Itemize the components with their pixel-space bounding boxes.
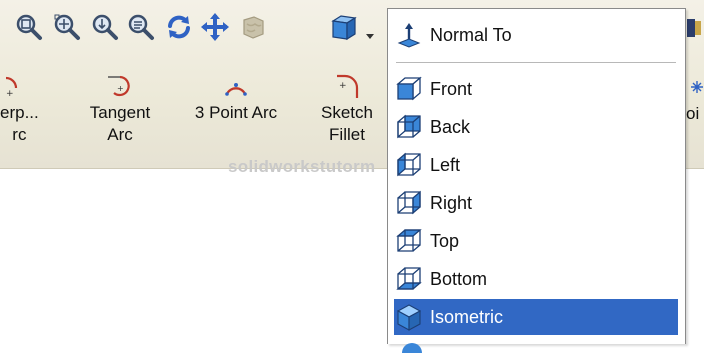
perpendicular-arc-tool[interactable]: + erp... rc (0, 72, 52, 146)
perpendicular-arc-label: erp... rc (0, 103, 39, 144)
watermark: solidworkstutorm (228, 157, 376, 176)
view-orientation-icon[interactable] (326, 10, 360, 44)
sketch-fillet-tool[interactable]: + Sketch Fillet (312, 72, 382, 146)
front-view-icon (394, 74, 424, 104)
right-view-icon (394, 188, 424, 218)
menu-item-label: Back (430, 116, 471, 137)
back-view-icon (394, 112, 424, 142)
zoom-to-fit-icon[interactable] (12, 10, 46, 44)
menu-item-label: Normal To (430, 24, 512, 45)
toolbar-overflow-icon (687, 19, 701, 37)
point-tool-label: oi (686, 104, 700, 123)
menu-item-label: Front (430, 78, 473, 99)
three-point-arc-icon (225, 83, 247, 96)
perpendicular-arc-icon: + (5, 76, 18, 99)
menu-item-front[interactable]: Front (394, 71, 678, 107)
point-icon[interactable] (690, 80, 704, 94)
zoom-to-selection-icon[interactable] (124, 10, 158, 44)
isometric-view-icon (394, 302, 424, 332)
tangent-arc-label: Tangent Arc (89, 103, 151, 144)
pan-icon[interactable] (198, 10, 232, 44)
menu-item-top[interactable]: Top (394, 223, 678, 259)
menu-item-label: Isometric (430, 306, 504, 327)
menu-item-normal-to[interactable]: Normal To (394, 17, 678, 53)
zoom-to-area-icon[interactable] (50, 10, 84, 44)
normal-to-icon (394, 20, 424, 50)
menu-item-right[interactable]: Right (394, 185, 678, 221)
menu-item-isometric[interactable]: Isometric (394, 299, 678, 335)
svg-text:+: + (339, 81, 347, 91)
rotate-view-icon[interactable] (162, 10, 196, 44)
menu-item-label: Left (430, 154, 461, 175)
sketch-fillet-icon: + (337, 74, 359, 98)
view-toolbar (0, 10, 390, 50)
view-orientation-menu: Normal To Front Back Left Right Top Bott… (387, 8, 686, 353)
menu-item-label: Bottom (430, 268, 488, 289)
menu-item-label: Top (430, 230, 460, 251)
bottom-view-icon (394, 264, 424, 294)
shaded-display-icon[interactable] (236, 10, 270, 44)
left-view-icon (394, 150, 424, 180)
menu-item-left[interactable]: Left (394, 147, 678, 183)
menu-item-label: Right (430, 192, 473, 213)
three-point-arc-tool[interactable]: 3 Point Arc (182, 72, 290, 124)
top-view-icon (394, 226, 424, 256)
menu-separator (396, 62, 676, 63)
view-orientation-dropdown-arrow[interactable] (366, 34, 374, 39)
zoom-in-out-icon[interactable] (88, 10, 122, 44)
menu-item-bottom[interactable]: Bottom (394, 261, 678, 297)
menu-item-back[interactable]: Back (394, 109, 678, 145)
three-point-arc-label: 3 Point Arc (194, 103, 278, 122)
trimetric-view-icon (402, 343, 422, 353)
sketch-fillet-label: Sketch Fillet (321, 103, 373, 144)
tangent-arc-tool[interactable]: + Tangent Arc (82, 72, 158, 146)
svg-text:+: + (117, 84, 124, 93)
tangent-arc-icon: + (108, 75, 130, 97)
svg-text:+: + (6, 89, 14, 99)
toolbar-overflow: oi (684, 0, 704, 168)
